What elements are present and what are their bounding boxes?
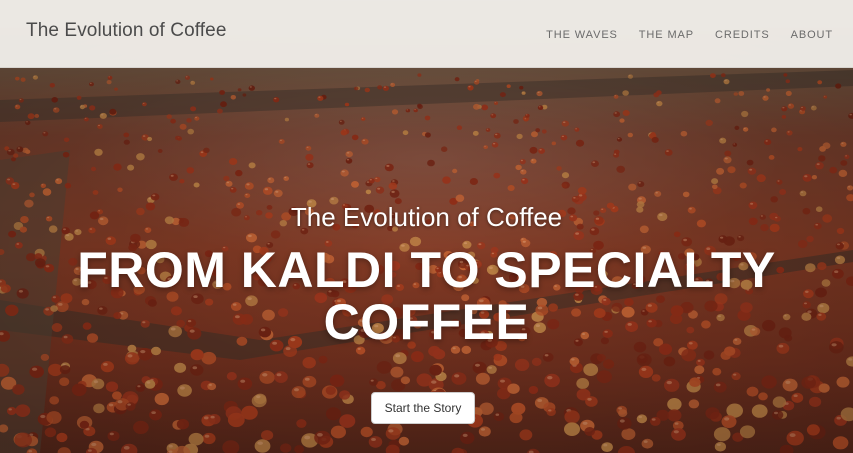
hero-subtitle: The Evolution of Coffee	[290, 202, 563, 232]
nav-link-credits[interactable]: CREDITS	[715, 29, 770, 41]
nav-menu: THE WAVES THE MAP CREDITS ABOUT	[525, 25, 833, 43]
nav-item-credits: CREDITS	[715, 25, 770, 43]
start-the-story-button[interactable]: Start the Story	[371, 392, 475, 424]
hero-content: The Evolution of Coffee FROM KALDI TO SP…	[0, 196, 853, 348]
nav-link-the-map[interactable]: THE MAP	[639, 29, 694, 41]
nav-link-the-waves[interactable]: THE WAVES	[546, 29, 618, 41]
nav-item-the-map: THE MAP	[639, 25, 694, 43]
page: The Evolution of Coffee THE WAVES THE MA…	[0, 0, 853, 453]
hero-title: FROM KALDI TO SPECIALTY COFFEE	[77, 242, 776, 350]
nav-item-about: ABOUT	[791, 25, 833, 43]
navbar: The Evolution of Coffee THE WAVES THE MA…	[0, 0, 853, 68]
nav-link-about[interactable]: ABOUT	[791, 29, 833, 41]
nav-item-the-waves: THE WAVES	[546, 25, 618, 43]
brand-link[interactable]: The Evolution of Coffee	[26, 20, 227, 42]
